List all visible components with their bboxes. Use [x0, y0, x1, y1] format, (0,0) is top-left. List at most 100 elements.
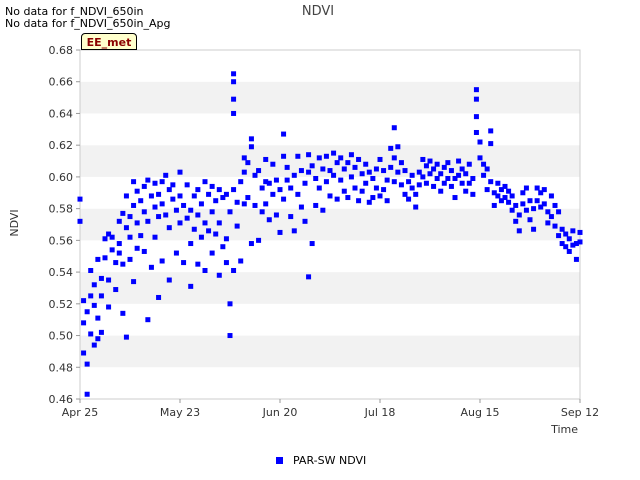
data-point: [563, 244, 569, 250]
data-point: [302, 180, 308, 186]
data-point: [223, 191, 229, 197]
data-point: [459, 166, 465, 172]
data-point: [277, 229, 283, 235]
data-point: [420, 174, 426, 180]
y-tick-label: 0.68: [49, 44, 74, 57]
data-point: [184, 182, 190, 188]
data-point: [231, 79, 237, 85]
data-point: [384, 198, 390, 204]
data-point: [473, 129, 479, 135]
data-point: [256, 168, 262, 174]
data-point: [141, 183, 147, 189]
data-point: [513, 202, 519, 208]
data-point: [377, 193, 383, 199]
data-point: [98, 329, 104, 335]
y-tick-label: 0.64: [49, 107, 74, 120]
data-point: [366, 199, 372, 205]
data-point: [223, 236, 229, 242]
data-point: [470, 175, 476, 181]
data-point: [152, 234, 158, 240]
data-point: [363, 161, 369, 167]
data-point: [338, 177, 344, 183]
data-point: [531, 226, 537, 232]
data-point: [152, 180, 158, 186]
data-point: [295, 191, 301, 197]
data-point: [134, 245, 140, 251]
data-point: [456, 158, 462, 164]
data-point: [202, 220, 208, 226]
data-point: [473, 87, 479, 93]
data-point: [391, 179, 397, 185]
data-point: [481, 161, 487, 167]
data-point: [270, 161, 276, 167]
data-point: [477, 155, 483, 161]
data-point: [552, 223, 558, 229]
data-point: [545, 220, 551, 226]
data-point: [334, 196, 340, 202]
data-point: [502, 195, 508, 201]
data-point: [81, 350, 87, 356]
data-point: [445, 160, 451, 166]
data-point: [459, 180, 465, 186]
data-point: [295, 153, 301, 159]
data-point: [177, 220, 183, 226]
data-point: [231, 268, 237, 274]
data-point: [323, 179, 329, 185]
data-point: [552, 202, 558, 208]
data-point: [381, 168, 387, 174]
data-point: [359, 188, 365, 194]
data-point: [377, 156, 383, 162]
data-point: [488, 179, 494, 185]
data-point: [213, 231, 219, 237]
data-point: [145, 317, 151, 323]
data-point: [95, 315, 101, 321]
data-point: [298, 204, 304, 210]
data-point: [245, 160, 251, 166]
data-point: [438, 188, 444, 194]
data-point: [359, 171, 365, 177]
data-point: [309, 163, 315, 169]
data-point: [84, 361, 90, 367]
data-point: [223, 260, 229, 266]
data-point: [259, 209, 265, 215]
data-point: [370, 175, 376, 181]
data-point: [188, 207, 194, 213]
data-point: [216, 272, 222, 278]
data-point: [363, 180, 369, 186]
data-point: [227, 333, 233, 339]
y-tick-label: 0.50: [49, 330, 74, 343]
data-point: [448, 168, 454, 174]
data-point: [313, 175, 319, 181]
data-point: [466, 161, 472, 167]
data-point: [338, 155, 344, 161]
x-axis-ticks: Apr 25 May 23 Jun 20 Jul 18 Aug 15 Sep 12: [62, 399, 599, 419]
data-point: [156, 191, 162, 197]
data-point: [91, 302, 97, 308]
data-point: [248, 144, 254, 150]
data-point: [277, 187, 283, 193]
data-point: [252, 172, 258, 178]
data-point: [259, 185, 265, 191]
data-point: [548, 193, 554, 199]
data-point: [513, 218, 519, 224]
data-point: [88, 268, 94, 274]
data-point: [148, 193, 154, 199]
data-point: [152, 204, 158, 210]
data-point: [341, 188, 347, 194]
data-point: [131, 202, 137, 208]
data-point: [466, 180, 472, 186]
data-point: [506, 188, 512, 194]
data-point: [577, 229, 583, 235]
data-point: [173, 207, 179, 213]
data-point: [327, 168, 333, 174]
data-point: [320, 207, 326, 213]
data-point: [106, 277, 112, 283]
y-tick-label: 0.62: [49, 139, 74, 152]
data-point: [373, 185, 379, 191]
data-point: [291, 172, 297, 178]
data-point: [156, 214, 162, 220]
data-point: [406, 179, 412, 185]
data-point: [198, 201, 204, 207]
data-point: [88, 331, 94, 337]
data-point: [434, 175, 440, 181]
